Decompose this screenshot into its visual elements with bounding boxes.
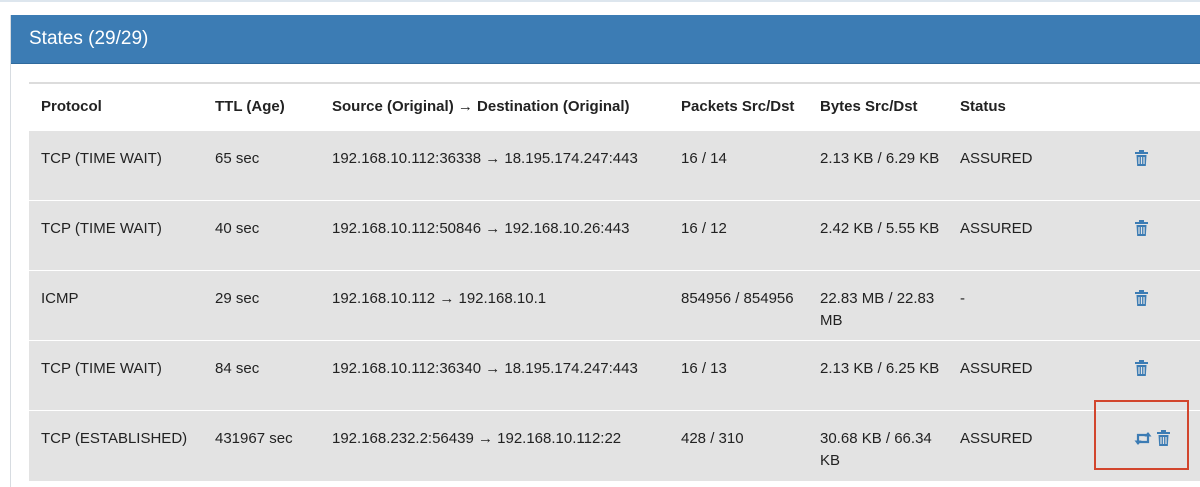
row-actions [1112,218,1200,240]
cell-protocol: TCP (TIME WAIT) [29,200,215,271]
cell-packets: 428 / 310 [681,410,820,481]
cell-protocol: ICMP [29,270,215,341]
remove-state-button[interactable] [1134,290,1149,307]
cell-status: ASSURED [960,130,1112,201]
remove-state-button[interactable] [1134,150,1149,167]
cell-protocol: TCP (ESTABLISHED) [29,410,215,481]
cell-packets: 16 / 13 [681,340,820,411]
col-header-protocol: Protocol [41,98,102,115]
cell-source-destination: 192.168.10.112:50846 → 192.168.10.26:443 [332,200,681,271]
cell-actions [1112,200,1200,271]
panel-title: States (29/29) [29,28,149,49]
cell-bytes: 30.68 KB / 66.34 KB [820,410,960,481]
panel-heading: States (29/29) [11,15,1200,64]
col-header-packets: Packets Src/Dst [681,98,795,115]
table-row: TCP (TIME WAIT) 65 sec 192.168.10.112:36… [29,130,1200,201]
cell-ttl: 40 sec [215,200,332,271]
table-row: TCP (TIME WAIT) 84 sec 192.168.10.112:36… [29,340,1200,411]
cell-ttl: 84 sec [215,340,332,411]
cell-protocol: TCP (TIME WAIT) [29,130,215,201]
remove-state-button[interactable] [1156,430,1171,447]
remove-state-button[interactable] [1134,220,1149,237]
table-row: TCP (TIME WAIT) 40 sec 192.168.10.112:50… [29,200,1200,271]
top-rule [0,0,1200,2]
col-header-bytes: Bytes Src/Dst [820,98,918,115]
cell-source-destination: 192.168.10.112:36338 → 18.195.174.247:44… [332,130,681,201]
row-actions [1112,288,1200,310]
col-header-status: Status [960,98,1006,115]
col-header-actions [1112,84,1200,131]
cell-status: ASSURED [960,340,1112,411]
trash-icon [1134,220,1149,237]
cell-protocol: TCP (TIME WAIT) [29,340,215,411]
cell-ttl: 29 sec [215,270,332,341]
cell-actions [1112,340,1200,411]
cell-actions [1112,270,1200,341]
retweet-icon [1134,431,1152,446]
table-row: ICMP 29 sec 192.168.10.112 → 192.168.10.… [29,270,1200,341]
cell-packets: 16 / 12 [681,200,820,271]
row-actions [1112,148,1200,170]
trash-icon [1134,360,1149,377]
cell-packets: 16 / 14 [681,130,820,201]
cell-status: ASSURED [960,200,1112,271]
cell-source-destination: 192.168.232.2:56439 → 192.168.10.112:22 [332,410,681,481]
cell-actions [1112,410,1200,481]
cell-bytes: 2.13 KB / 6.29 KB [820,130,960,201]
cell-bytes: 2.13 KB / 6.25 KB [820,340,960,411]
col-header-ttl: TTL (Age) [215,98,285,115]
cell-bytes: 22.83 MB / 22.83 MB [820,270,960,341]
col-header-source-destination: Source (Original) → Destination (Origina… [332,98,630,115]
trash-icon [1156,430,1171,447]
cell-ttl: 431967 sec [215,410,332,481]
cell-ttl: 65 sec [215,130,332,201]
cell-packets: 854956 / 854956 [681,270,820,341]
row-actions [1112,358,1200,380]
states-table-wrapper: Protocol TTL (Age) Source (Original) → D… [29,82,1200,481]
cell-bytes: 2.42 KB / 5.55 KB [820,200,960,271]
cell-actions [1112,130,1200,201]
cell-status: - [960,270,1112,341]
states-panel: States (29/29) Protocol TTL (Age) Source… [10,15,1200,487]
states-table: Protocol TTL (Age) Source (Original) → D… [29,84,1200,481]
trash-icon [1134,290,1149,307]
cell-status: ASSURED [960,410,1112,481]
table-body: TCP (TIME WAIT) 65 sec 192.168.10.112:36… [29,130,1200,481]
kill-states-button[interactable] [1134,431,1152,446]
table-row: TCP (ESTABLISHED) 431967 sec 192.168.232… [29,410,1200,481]
cell-source-destination: 192.168.10.112:36340 → 18.195.174.247:44… [332,340,681,411]
trash-icon [1134,150,1149,167]
remove-state-button[interactable] [1134,360,1149,377]
table-header-row: Protocol TTL (Age) Source (Original) → D… [29,84,1200,131]
row-actions [1112,428,1200,450]
cell-source-destination: 192.168.10.112 → 192.168.10.1 [332,270,681,341]
